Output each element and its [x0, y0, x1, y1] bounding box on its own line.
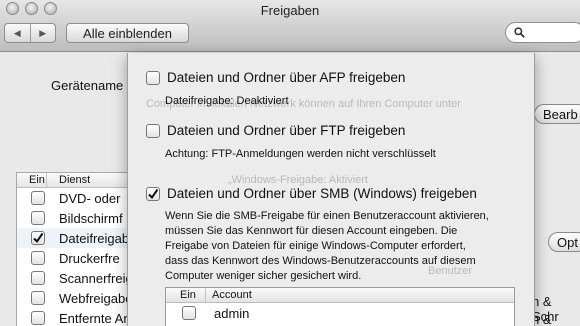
ftp-label: Dateien und Ordner über FTP freigeben	[167, 123, 406, 138]
afp-label: Dateien und Ordner über AFP freigeben	[167, 70, 406, 85]
smb-label: Dateien und Ordner über SMB (Windows) fr…	[167, 186, 477, 201]
edit-button[interactable]: Bearb	[534, 104, 580, 124]
forward-button[interactable]: ▶	[29, 24, 56, 42]
afp-checkbox[interactable]	[146, 70, 160, 85]
service-checkbox[interactable]	[31, 211, 45, 225]
smb-note: Wenn Sie die SMB-Freigabe für einen Benu…	[165, 209, 489, 284]
ghost-text: „Windows-Freigabe: Aktiviert	[228, 174, 368, 186]
services-table-header: Ein Dienst	[17, 173, 127, 188]
services-table: Ein Dienst DVD- oder Bildschirmf Dateifr…	[16, 172, 136, 326]
afp-status: Dateifreigabe: Deaktiviert	[165, 95, 289, 107]
smb-note-line: Computer weniger sicher gesichert wird.	[165, 270, 362, 282]
service-checkbox[interactable]	[31, 191, 45, 205]
col-account-header: Account	[212, 289, 252, 301]
service-label: DVD- oder	[59, 190, 121, 206]
search-icon	[514, 27, 525, 38]
service-label: Druckerfre	[59, 250, 120, 266]
service-label: Dateifreigabe	[59, 230, 137, 246]
sharing-options-sheet: Computer im lokalen Netzwerk können auf …	[127, 53, 535, 326]
service-row-file-sharing[interactable]: Dateifreigabe	[17, 228, 136, 248]
accounts-table: Ein Account admin	[165, 287, 515, 326]
service-row-screen[interactable]: Bildschirmf	[17, 208, 127, 228]
checkmark-icon	[148, 188, 159, 199]
service-label: Entfernte An	[59, 310, 131, 326]
account-row-admin[interactable]: admin	[166, 303, 514, 323]
user-permission-2: n & Schr	[532, 312, 552, 326]
afp-option[interactable]: Dateien und Ordner über AFP freigeben	[146, 70, 405, 85]
service-checkbox[interactable]	[31, 311, 45, 325]
service-row-remote[interactable]: Entfernte An	[17, 308, 131, 326]
back-button[interactable]: ◀	[5, 24, 30, 42]
window-title: Freigaben	[260, 3, 320, 18]
smb-checkbox-checked[interactable]	[146, 186, 160, 201]
account-checkbox[interactable]	[182, 306, 196, 320]
service-label: Webfreigabe	[59, 290, 133, 306]
smb-option[interactable]: Dateien und Ordner über SMB (Windows) fr…	[146, 186, 477, 201]
smb-note-line: Wenn Sie die SMB-Freigabe für einen Benu…	[165, 210, 489, 222]
service-row-dvd[interactable]: DVD- oder	[17, 188, 127, 208]
service-checkbox[interactable]	[31, 271, 45, 285]
back-forward-control: ◀ ▶	[4, 23, 56, 43]
smb-note-line: müssen Sie das Kennwort für diesen Accou…	[165, 225, 458, 237]
ftp-warning: Achtung: FTP-Anmeldungen werden nicht ve…	[165, 148, 436, 160]
ftp-option[interactable]: Dateien und Ordner über FTP freigeben	[146, 123, 405, 138]
service-row-web[interactable]: Webfreigabe	[17, 288, 132, 308]
checkmark-icon	[33, 232, 44, 244]
col-dienst-header: Dienst	[59, 174, 91, 186]
title-bar: Freigaben ◀ ▶ Alle einblenden	[0, 0, 580, 52]
show-all-button[interactable]: Alle einblenden	[66, 23, 189, 43]
service-row-printer[interactable]: Druckerfre	[17, 248, 127, 268]
col-ein-header: Ein	[166, 288, 206, 302]
col-ein-header: Ein	[17, 173, 47, 187]
search-field[interactable]	[505, 22, 580, 43]
smb-note-line: Freigabe von Dateien für einige Windows-…	[165, 240, 466, 252]
account-name: admin	[214, 305, 250, 321]
computer-name-label: Gerätename	[51, 78, 124, 93]
options-button[interactable]: Opt	[548, 232, 580, 252]
ftp-checkbox[interactable]	[146, 123, 160, 138]
service-checkbox[interactable]	[31, 291, 45, 305]
service-checkbox[interactable]	[31, 251, 45, 265]
accounts-table-header: Ein Account	[166, 288, 514, 303]
smb-note-line: dass das Kennwort des Windows-Benutzerac…	[165, 255, 476, 267]
service-label: Bildschirmf	[59, 210, 123, 226]
service-row-scanner[interactable]: Scannerfreig	[17, 268, 133, 288]
service-label: Scannerfreig	[59, 270, 133, 286]
service-checkbox-checked[interactable]	[31, 231, 45, 245]
